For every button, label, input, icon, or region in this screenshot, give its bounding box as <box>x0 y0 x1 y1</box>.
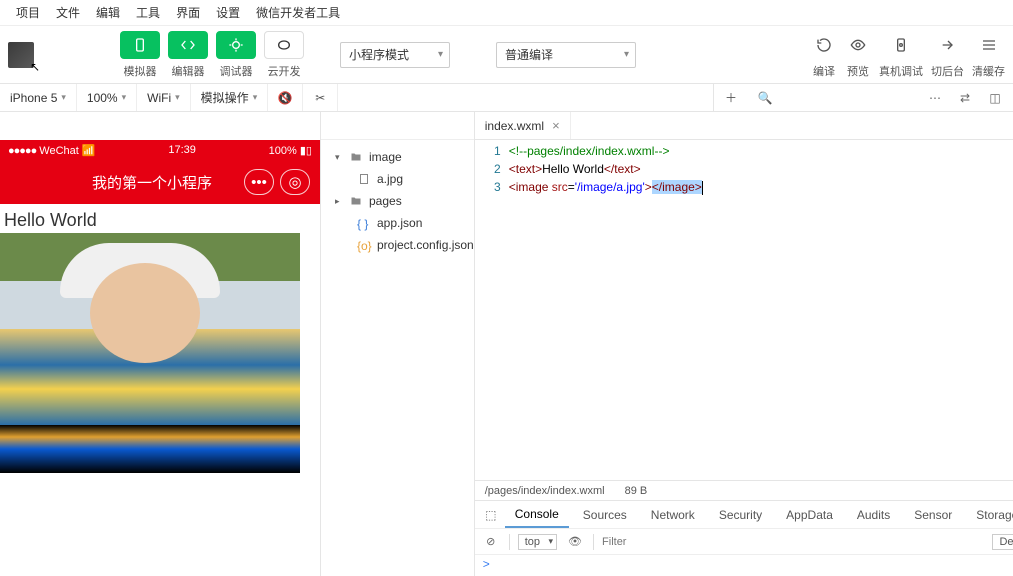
devtools-tab-sensor[interactable]: Sensor <box>904 501 962 528</box>
context-dropdown[interactable]: top <box>518 534 557 550</box>
phone-nav-bar: 我的第一个小程序 ••• ◎ <box>0 160 320 204</box>
remote-label: 真机调试 <box>879 63 923 79</box>
sim-action-dropdown[interactable]: 模拟操作▾ <box>191 84 269 111</box>
tree-folder-pages[interactable]: ▸pages <box>321 190 474 212</box>
layout-icon[interactable]: ◫ <box>985 88 1005 108</box>
capsule-close-button[interactable]: ◎ <box>280 169 310 195</box>
cut-icon[interactable]: ✂ <box>303 84 338 111</box>
wifi-icon: 📶 <box>82 145 96 157</box>
code-editor[interactable]: 123 <!--pages/index/index.wxml--> <text>… <box>475 140 1013 480</box>
devtools-tab-console[interactable]: Console <box>505 501 569 528</box>
compile-button[interactable] <box>811 31 837 59</box>
menu-tools[interactable]: 工具 <box>128 4 168 21</box>
close-icon[interactable]: × <box>552 118 560 133</box>
console-prompt[interactable]: > <box>475 554 1013 576</box>
battery-icon: ▮▯ <box>300 145 312 157</box>
network-dropdown[interactable]: WiFi▾ <box>137 84 191 111</box>
devtools-tabs: ⬚ Console Sources Network Security AppDa… <box>475 500 1013 528</box>
devtools-tab-audits[interactable]: Audits <box>847 501 900 528</box>
mute-icon[interactable]: 🔇 <box>268 84 303 111</box>
hello-text: Hello World <box>0 208 320 233</box>
device-dropdown[interactable]: iPhone 5▾ <box>0 84 77 111</box>
line-gutter: 123 <box>475 140 509 480</box>
clear-console-icon[interactable]: ⊘ <box>481 532 501 552</box>
phone-time: 17:39 <box>168 144 196 156</box>
status-path: /pages/index/index.wxml <box>485 485 605 497</box>
split-icon[interactable]: ⇄ <box>955 88 975 108</box>
mode-dropdown[interactable]: 小程序模式 <box>340 42 450 68</box>
capsule-menu-button[interactable]: ••• <box>244 169 274 195</box>
inspect-icon[interactable]: ⬚ <box>481 505 501 525</box>
status-size: 89 B <box>625 485 648 497</box>
editor-label: 编辑器 <box>172 63 205 79</box>
menu-file[interactable]: 文件 <box>48 4 88 21</box>
tree-file-a-jpg[interactable]: a.jpg <box>321 168 474 190</box>
editor-button[interactable] <box>168 31 208 59</box>
clear-cache-button[interactable] <box>976 31 1002 59</box>
devtools-tab-storage[interactable]: Storage <box>966 501 1013 528</box>
tree-file-app-json[interactable]: { }app.json <box>321 212 474 234</box>
console-filter-bar: ⊘ top 👁 Default levels <box>475 528 1013 554</box>
devtools-tab-network[interactable]: Network <box>641 501 705 528</box>
menu-settings[interactable]: 设置 <box>208 4 248 21</box>
filter-input[interactable] <box>602 536 984 548</box>
search-button[interactable]: 🔍 <box>748 84 782 111</box>
phone-frame: WeChat 📶 17:39 100% ▮▯ 我的第一个小程序 ••• ◎ He… <box>0 140 320 576</box>
devtools-tab-security[interactable]: Security <box>709 501 772 528</box>
background-button[interactable] <box>935 31 961 59</box>
simulator-panel: WeChat 📶 17:39 100% ▮▯ 我的第一个小程序 ••• ◎ He… <box>0 112 320 576</box>
debugger-button[interactable] <box>216 31 256 59</box>
avatar[interactable] <box>8 42 34 68</box>
sub-toolbar: iPhone 5▾ 100%▾ WiFi▾ 模拟操作▾ 🔇 ✂ ＋ 🔍 ⋯ ⇄ … <box>0 84 1013 112</box>
menu-view[interactable]: 界面 <box>168 4 208 21</box>
editor-tab-index-wxml[interactable]: index.wxml× <box>475 112 571 139</box>
levels-dropdown[interactable]: Default levels <box>992 534 1013 550</box>
editor-status-bar: /pages/index/index.wxml 89 B <box>475 480 1013 500</box>
tree-file-project-config[interactable]: {o}project.config.json <box>321 234 474 256</box>
phone-status-bar: WeChat 📶 17:39 100% ▮▯ <box>0 140 320 160</box>
devtools-tab-appdata[interactable]: AppData <box>776 501 843 528</box>
compile-mode-dropdown[interactable]: 普通编译 <box>496 42 636 68</box>
simulator-button[interactable] <box>120 31 160 59</box>
menu-wechat[interactable]: 微信开发者工具 <box>248 4 348 21</box>
tree-folder-image[interactable]: ▾image <box>321 146 474 168</box>
content-image <box>0 233 300 473</box>
menu-project[interactable]: 项目 <box>8 4 48 21</box>
app-title: 我的第一个小程序 <box>32 172 212 193</box>
toolbar: 模拟器 编辑器 调试器 云开发 小程序模式 普通编译 编译 预览 真机调试 切后… <box>0 26 1013 84</box>
remote-debug-button[interactable] <box>888 31 914 59</box>
eye-icon[interactable]: 👁 <box>565 532 585 552</box>
editor-panel: index.wxml× 123 <!--pages/index/index.wx… <box>475 112 1013 576</box>
background-label: 切后台 <box>931 63 964 79</box>
zoom-dropdown[interactable]: 100%▾ <box>77 84 137 111</box>
cloud-label: 云开发 <box>268 63 301 79</box>
compile-label: 编译 <box>813 63 835 79</box>
cloud-button[interactable] <box>264 31 304 59</box>
menu-edit[interactable]: 编辑 <box>88 4 128 21</box>
clear-cache-label: 清缓存 <box>972 63 1005 79</box>
add-file-button[interactable]: ＋ <box>714 84 748 111</box>
file-tree-panel: ▾image a.jpg ▸pages { }app.json {o}proje… <box>320 112 475 576</box>
debugger-label: 调试器 <box>220 63 253 79</box>
more-icon[interactable]: ⋯ <box>925 88 945 108</box>
menu-bar: 项目 文件 编辑 工具 界面 设置 微信开发者工具 <box>0 0 1013 26</box>
preview-button[interactable] <box>845 31 871 59</box>
simulator-label: 模拟器 <box>124 63 157 79</box>
preview-label: 预览 <box>847 63 869 79</box>
devtools-tab-sources[interactable]: Sources <box>573 501 637 528</box>
